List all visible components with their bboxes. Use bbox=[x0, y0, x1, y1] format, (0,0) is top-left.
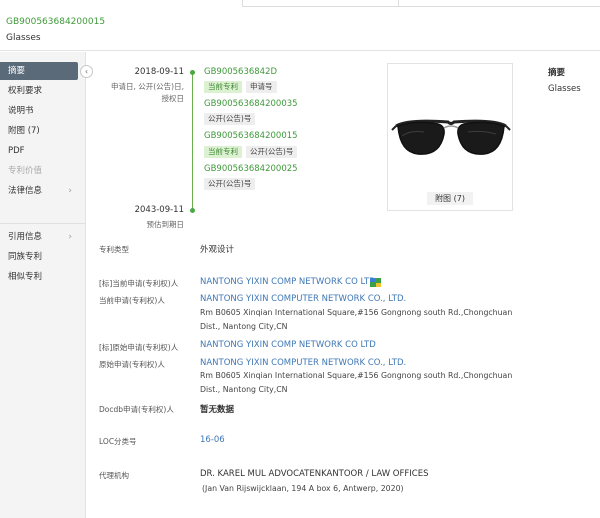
chevron-right-icon: › bbox=[68, 186, 72, 196]
docdb-applicant-value: 暂无数据 bbox=[200, 405, 235, 415]
figure-card[interactable]: 附图 (7) bbox=[387, 63, 513, 211]
sidebar-item-abstract[interactable]: 摘要 bbox=[0, 62, 78, 80]
current-applicant-label: 当前申请(专利权)人 bbox=[99, 296, 165, 305]
sidebar-item-pdf[interactable]: PDF bbox=[0, 142, 78, 160]
sidebar-item-family[interactable]: 同族专利 bbox=[0, 248, 78, 266]
timeline-dot bbox=[190, 70, 195, 75]
timeline-end-date: 2043-09-11 bbox=[134, 205, 184, 215]
current-applicant-link[interactable]: NANTONG YIXIN COMPUTER NETWORK CO., LTD. bbox=[200, 294, 406, 304]
sidebar-item-similar[interactable]: 相似专利 bbox=[0, 268, 78, 286]
timeline-entry-number[interactable]: GB900563684200025 bbox=[204, 164, 298, 174]
publication-number-tag: 公开(公告)号 bbox=[204, 178, 256, 190]
chevron-right-icon: › bbox=[68, 232, 72, 242]
sidebar-item-figures[interactable]: 附图 (7) bbox=[0, 122, 78, 140]
loc-class-link[interactable]: 16-06 bbox=[200, 435, 225, 445]
agency-address: (Jan Van Rijswijcklaan, 194 A box 6, Ant… bbox=[202, 484, 404, 493]
abstract-heading: 摘要 bbox=[548, 68, 566, 78]
timeline-entry-number[interactable]: GB900563684200035 bbox=[204, 99, 298, 109]
loc-class-label: LOC分类号 bbox=[99, 437, 137, 446]
std-applicant-label: [标]当前申请(专利权)人 bbox=[99, 279, 179, 288]
patent-type-value: 外观设计 bbox=[200, 245, 235, 255]
publication-number-tag: 公开(公告)号 bbox=[204, 113, 256, 125]
original-applicant-address: Rm B0605 Xinqian International Square,#1… bbox=[200, 371, 513, 394]
docdb-applicant-label: Docdb申请(专利权)人 bbox=[99, 405, 174, 414]
abstract-text: Glasses bbox=[548, 84, 581, 94]
sidebar-item-label: 权利要求 bbox=[8, 86, 43, 96]
tab-separator bbox=[242, 0, 243, 7]
sidebar-item-legal-info[interactable]: 法律信息 › bbox=[0, 182, 78, 200]
sidebar-item-label: 说明书 bbox=[8, 106, 34, 116]
timeline-entry-number[interactable]: GB9005636842D bbox=[204, 67, 277, 77]
current-patent-tag: 当前专利 bbox=[204, 81, 242, 93]
timeline-line bbox=[192, 73, 193, 211]
sidebar-item-description[interactable]: 说明书 bbox=[0, 102, 78, 120]
timeline-start-date: 2018-09-11 bbox=[134, 67, 184, 77]
sidebar-item-label: 相似专利 bbox=[8, 272, 43, 282]
agency-label: 代理机构 bbox=[99, 471, 129, 480]
current-patent-tag: 当前专利 bbox=[204, 146, 242, 158]
sunglasses-image bbox=[391, 119, 511, 155]
patent-type-label: 专利类型 bbox=[99, 245, 129, 254]
top-tab-strip bbox=[0, 0, 600, 8]
sidebar-nav: 摘要 权利要求 说明书 附图 (7) PDF 专利价值 法律信息 › 引用信息 › … bbox=[0, 52, 93, 518]
timeline-entry-number[interactable]: GB900563684200015 bbox=[204, 131, 298, 141]
sidebar-item-label: 专利价值 bbox=[8, 166, 43, 176]
original-applicant-label: 原始申请(专利权)人 bbox=[99, 360, 165, 369]
agency-name: DR. KAREL MUL ADVOCATENKANTOOR / LAW OFF… bbox=[200, 469, 429, 479]
timeline-dot bbox=[190, 208, 195, 213]
tab-separator bbox=[398, 0, 399, 7]
timeline-start-desc: 申请日, 公开(公告)日, 授权日 bbox=[110, 82, 184, 103]
sidebar-item-label: 同族专利 bbox=[8, 252, 43, 262]
std-original-applicant-label: [标]原始申请(专利权)人 bbox=[99, 343, 179, 352]
std-original-applicant-link[interactable]: NANTONG YIXIN COMP NETWORK CO LTD bbox=[200, 340, 376, 350]
sidebar-item-label: 法律信息 bbox=[8, 186, 43, 196]
tab-strip-border bbox=[242, 0, 600, 7]
sidebar-item-label: PDF bbox=[8, 146, 25, 156]
sidebar-item-patent-value: 专利价值 bbox=[0, 162, 78, 180]
publication-number: GB900563684200015 bbox=[6, 17, 106, 27]
timeline-end-desc: 预估到期日 bbox=[146, 220, 185, 229]
original-applicant-link[interactable]: NANTONG YIXIN COMPUTER NETWORK CO., LTD. bbox=[200, 358, 406, 368]
std-applicant-link[interactable]: NANTONG YIXIN COMP NETWORK CO LTD bbox=[200, 277, 376, 287]
current-applicant-address: Rm B0605 Xinqian International Square,#1… bbox=[200, 308, 513, 331]
publication-number-tag: 公开(公告)号 bbox=[246, 146, 298, 158]
application-number-tag: 申请号 bbox=[246, 81, 277, 93]
sidebar-item-label: 附图 (7) bbox=[8, 126, 40, 136]
patent-title: Glasses bbox=[6, 33, 41, 43]
patent-header: GB900563684200015 Glasses bbox=[0, 8, 600, 51]
sidebar-item-claims[interactable]: 权利要求 bbox=[0, 82, 78, 100]
sidebar-divider bbox=[0, 223, 86, 224]
sidebar-item-label: 摘要 bbox=[8, 66, 26, 76]
figures-button[interactable]: 附图 (7) bbox=[427, 192, 473, 205]
company-flag-icon[interactable] bbox=[370, 278, 381, 287]
sidebar-item-citations[interactable]: 引用信息 › bbox=[0, 228, 78, 246]
chevron-left-icon[interactable]: ‹ bbox=[80, 65, 93, 78]
sidebar-item-label: 引用信息 bbox=[8, 232, 43, 242]
